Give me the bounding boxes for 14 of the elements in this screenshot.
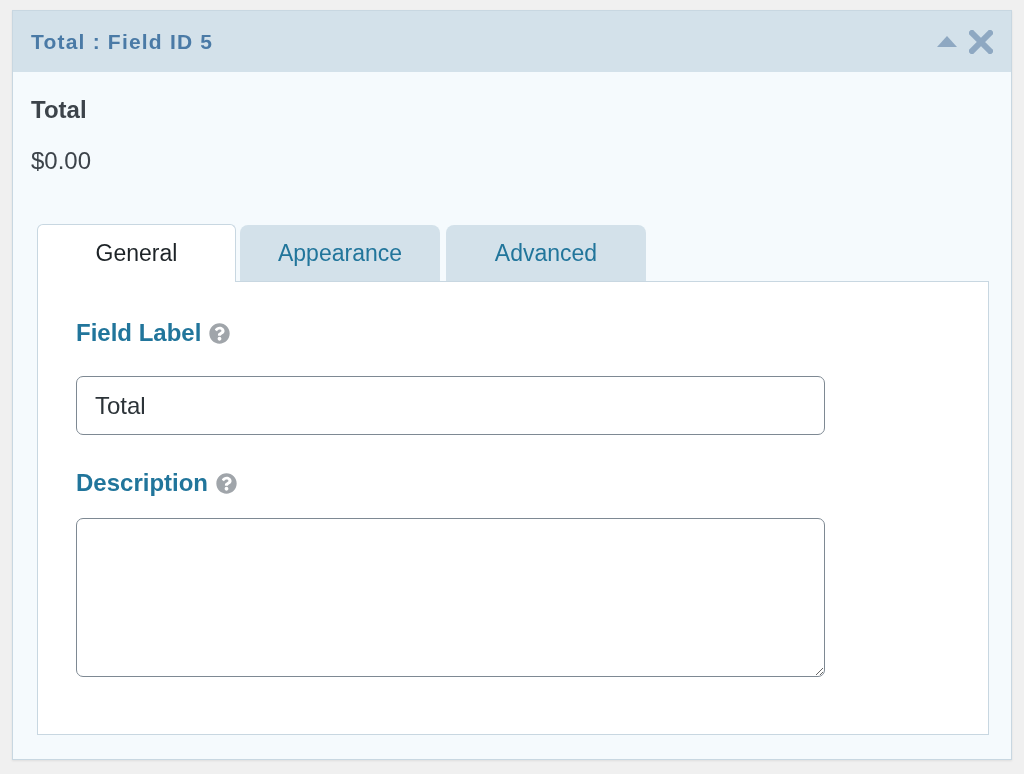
panel-title: Total : Field ID 5: [31, 28, 214, 55]
collapse-arrow-icon[interactable]: [937, 36, 957, 47]
setting-label: Field Label: [76, 319, 202, 347]
setting-label: Description: [76, 469, 209, 497]
close-icon[interactable]: [969, 29, 993, 54]
tab[interactable]: Appearance: [240, 225, 440, 281]
text-field[interactable]: Total: [76, 376, 825, 435]
tab[interactable]: General: [37, 224, 236, 282]
help-icon[interactable]: [209, 322, 231, 344]
textarea-field[interactable]: [76, 518, 825, 677]
tab[interactable]: Advanced: [446, 225, 646, 281]
help-icon[interactable]: [216, 472, 238, 494]
preview-value: $0.00: [31, 147, 92, 175]
preview-label: Total: [31, 96, 87, 124]
